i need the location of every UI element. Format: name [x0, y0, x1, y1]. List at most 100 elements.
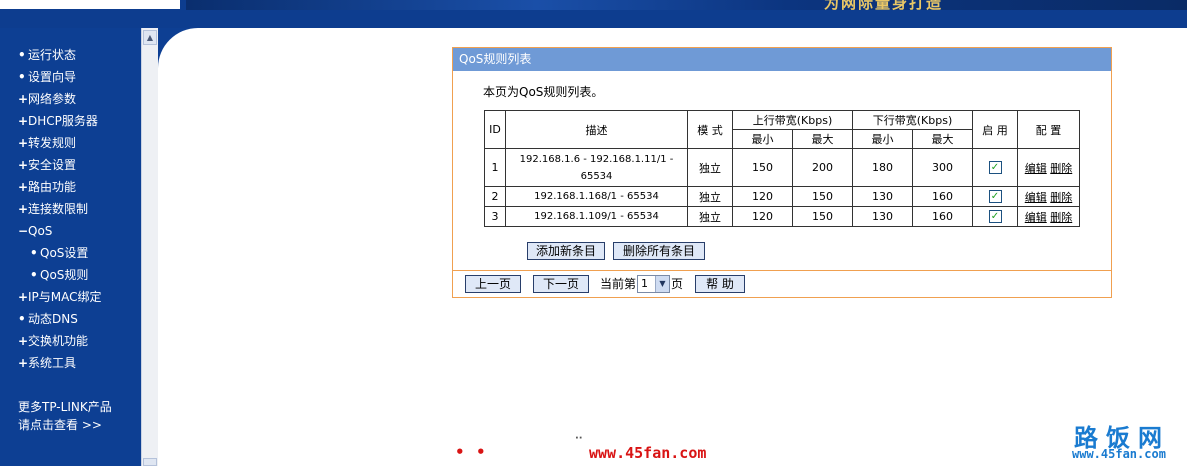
sidebar-item-label: 系统工具: [28, 356, 77, 370]
cell-down-max: 160: [912, 186, 973, 207]
sidebar-item-qos-settings[interactable]: • QoS设置: [30, 244, 88, 262]
scroll-down-icon[interactable]: [143, 458, 157, 466]
add-entry-button[interactable]: 添加新条目: [527, 242, 605, 260]
cell-desc: 192.168.1.6 - 192.168.1.11/1 - 65534: [505, 148, 688, 187]
more-products-link[interactable]: 更多TP-LINK产品 请点击查看 >>: [18, 398, 112, 434]
edit-link[interactable]: 编辑: [1025, 191, 1047, 204]
qos-rules-panel: QoS规则列表 本页为QoS规则列表。 ID 描述 模 式 上行带宽(Kbps)…: [452, 47, 1112, 298]
bullet-icon: •: [18, 48, 26, 62]
col-header-enable: 启 用: [972, 110, 1018, 149]
edit-link[interactable]: 编辑: [1025, 162, 1047, 175]
sidebar-item-setup-wizard[interactable]: • 设置向导: [18, 68, 76, 86]
enable-checkbox[interactable]: ✓: [988, 210, 1002, 224]
current-page-label: 当前第: [600, 277, 637, 291]
cell-up-min: 120: [732, 186, 793, 207]
delete-link[interactable]: 删除: [1050, 191, 1072, 204]
sidebar-menu: • 运行状态 • 设置向导 +网络参数 +DHCP服务器 +转发规则 +安全设置 +…: [0, 28, 141, 466]
page-select[interactable]: 1 ▼: [637, 275, 670, 293]
expand-icon: +: [18, 92, 29, 106]
cell-desc: 192.168.1.168/1 - 65534: [505, 186, 688, 207]
bullet-icon: •: [30, 268, 38, 282]
qos-rules-table: ID 描述 模 式 上行带宽(Kbps) 下行带宽(Kbps) 启 用 配 置 …: [484, 110, 1080, 227]
table-row: 3 192.168.1.109/1 - 65534 独立 120 150 130…: [484, 206, 1080, 227]
delete-link[interactable]: 删除: [1050, 162, 1072, 175]
sidebar-item-label: QoS规则: [40, 268, 89, 282]
sidebar-item-qos[interactable]: −QoS: [18, 222, 52, 240]
banner-band: 为网际量身打造: [186, 0, 1187, 12]
chevron-down-icon: ▼: [655, 276, 669, 292]
cell-down-min: 180: [852, 148, 913, 187]
sidebar-item-ip-mac-binding[interactable]: +IP与MAC绑定: [18, 288, 102, 306]
expand-icon: +: [18, 136, 29, 150]
delete-link[interactable]: 删除: [1050, 211, 1072, 224]
decoration-dot: •: [476, 443, 486, 461]
col-header-config: 配 置: [1017, 110, 1080, 149]
col-header-down-max: 最大: [912, 129, 973, 149]
watermark-url: www.45fan.com: [1072, 447, 1166, 461]
expand-icon: +: [18, 180, 29, 194]
col-header-up-max: 最大: [792, 129, 853, 149]
sidebar-item-security[interactable]: +安全设置: [18, 156, 76, 174]
cell-id: 3: [484, 206, 506, 227]
cell-up-max: 150: [792, 186, 853, 207]
cell-down-min: 130: [852, 206, 913, 227]
expand-icon: +: [18, 334, 29, 348]
cell-config: 编辑 删除: [1017, 148, 1080, 187]
expand-icon: +: [18, 356, 29, 370]
prev-page-button[interactable]: 上一页: [465, 275, 521, 293]
banner-slogan: 为网际量身打造: [824, 0, 944, 12]
sidebar-item-routing[interactable]: +路由功能: [18, 178, 76, 196]
expand-icon: +: [18, 158, 29, 172]
expand-icon: +: [18, 202, 29, 216]
sidebar-item-dhcp[interactable]: +DHCP服务器: [18, 112, 98, 130]
enable-checkbox[interactable]: ✓: [988, 190, 1002, 204]
cell-up-min: 120: [732, 206, 793, 227]
sidebar-item-label: DHCP服务器: [28, 114, 98, 128]
sidebar-item-label: 转发规则: [28, 136, 77, 150]
sidebar-item-label: QoS设置: [40, 246, 89, 260]
sidebar-item-forwarding[interactable]: +转发规则: [18, 134, 76, 152]
sidebar-item-network[interactable]: +网络参数: [18, 90, 76, 108]
col-header-down-min: 最小: [852, 129, 913, 149]
sidebar-item-label: 连接数限制: [28, 202, 89, 216]
cell-enable: ✓: [972, 186, 1018, 207]
sidebar-scrollbar[interactable]: ▲: [141, 28, 158, 466]
expand-icon: +: [18, 290, 29, 304]
collapse-icon: −: [18, 224, 29, 238]
col-header-desc: 描述: [505, 110, 688, 149]
cell-id: 2: [484, 186, 506, 207]
sidebar-item-connection-limit[interactable]: +连接数限制: [18, 200, 88, 218]
page-select-value: 1: [641, 277, 648, 290]
panel-description: 本页为QoS规则列表。: [483, 85, 604, 99]
sidebar-item-running-status[interactable]: • 运行状态: [18, 46, 76, 64]
cell-config: 编辑 删除: [1017, 186, 1080, 207]
more-products-line2: 请点击查看 >>: [18, 418, 102, 432]
sidebar-item-qos-rules[interactable]: • QoS规则: [30, 266, 88, 284]
enable-checkbox[interactable]: ✓: [988, 161, 1002, 175]
cell-up-min: 150: [732, 148, 793, 187]
cell-mode: 独立: [687, 206, 733, 227]
sidebar-item-label: QoS: [28, 224, 53, 238]
edit-link[interactable]: 编辑: [1025, 211, 1047, 224]
scroll-up-icon[interactable]: ▲: [143, 30, 157, 45]
sidebar-item-switch[interactable]: +交换机功能: [18, 332, 88, 350]
sidebar-item-label: IP与MAC绑定: [28, 290, 102, 304]
table-row: 2 192.168.1.168/1 - 65534 独立 120 150 130…: [484, 186, 1080, 207]
sidebar-item-system-tools[interactable]: +系统工具: [18, 354, 76, 372]
decoration-dot: •: [455, 443, 465, 461]
delete-all-button[interactable]: 删除所有条目: [613, 242, 705, 260]
sidebar-item-label: 运行状态: [28, 48, 77, 62]
bullet-icon: •: [18, 312, 26, 326]
next-page-button[interactable]: 下一页: [533, 275, 589, 293]
decoration-dot: ··: [575, 433, 583, 444]
sidebar-item-label: 设置向导: [28, 70, 77, 84]
table-row: 1 192.168.1.6 - 192.168.1.11/1 - 65534 独…: [484, 148, 1080, 187]
cell-mode: 独立: [687, 186, 733, 207]
page-suffix: 页: [671, 277, 684, 291]
cell-id: 1: [484, 148, 506, 187]
banner-logo-area: [0, 0, 180, 9]
sidebar-item-ddns[interactable]: • 动态DNS: [18, 310, 78, 328]
col-header-upstream: 上行带宽(Kbps): [732, 110, 853, 130]
help-button[interactable]: 帮 助: [695, 275, 745, 293]
col-header-id: ID: [484, 110, 506, 149]
